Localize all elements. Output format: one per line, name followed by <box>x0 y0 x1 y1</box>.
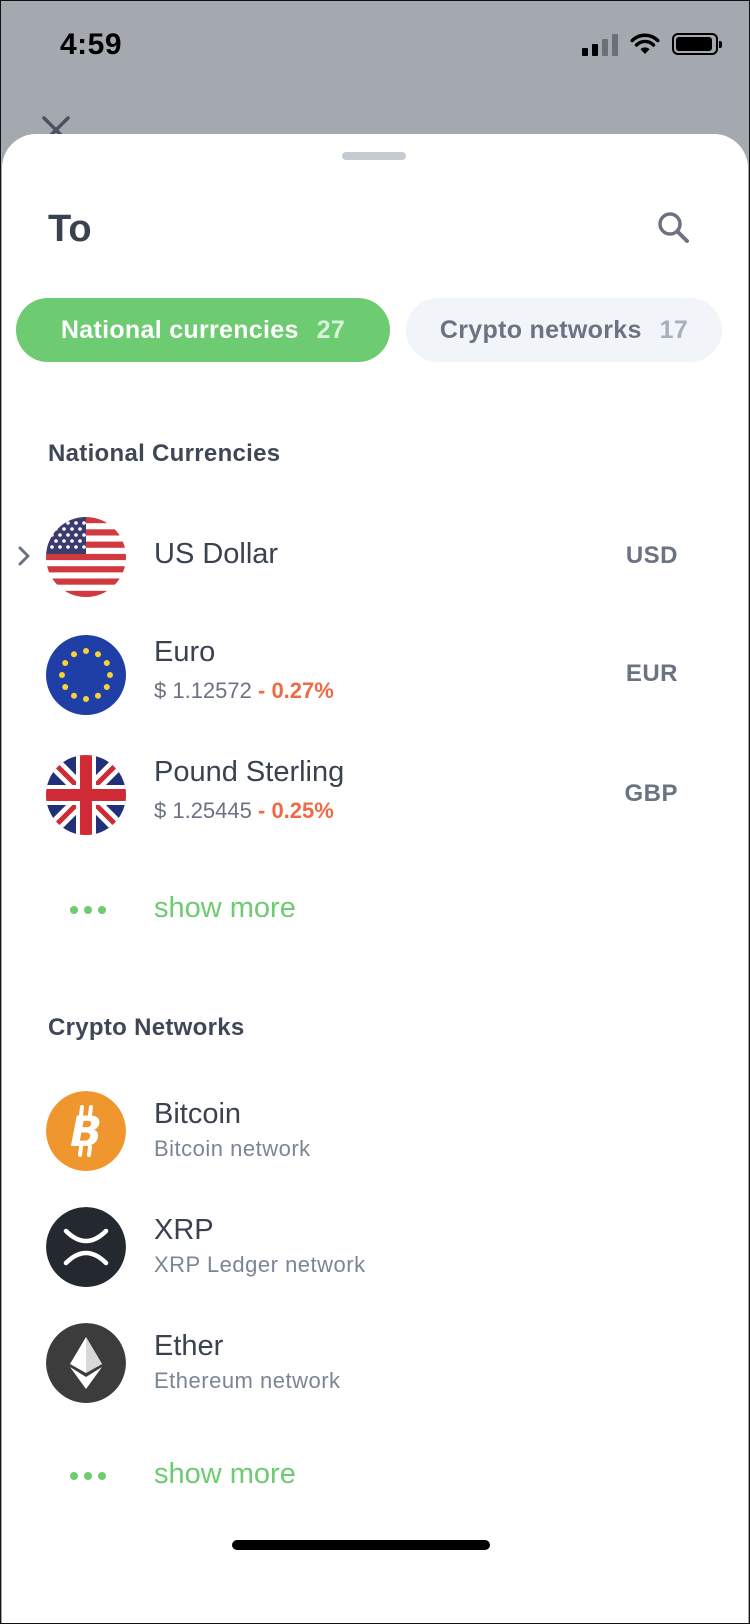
network-name: Bitcoin <box>154 1098 242 1130</box>
uk-flag-icon <box>46 755 126 835</box>
network-subtitle: XRP Ledger network <box>154 1252 366 1277</box>
sheet-title: To <box>48 208 92 250</box>
currency-name: Pound Sterling <box>154 756 345 788</box>
currency-row-gbp[interactable]: Pound Sterling $ 1.25445 - 0.25% GBP <box>2 750 748 840</box>
wifi-icon <box>630 33 660 54</box>
currency-rate: $ 1.25445 - 0.25% <box>154 798 334 824</box>
tab-crypto-networks[interactable]: Crypto networks 17 <box>406 298 722 362</box>
currency-code: USD <box>625 542 678 569</box>
more-dots-icon <box>70 1472 106 1480</box>
show-more-crypto-button[interactable]: show more <box>2 1446 748 1506</box>
tab-count: 27 <box>316 315 346 344</box>
network-subtitle: Bitcoin network <box>154 1136 311 1161</box>
show-more-label: show more <box>154 892 296 924</box>
network-row-ether[interactable]: Ether Ethereum network <box>2 1318 748 1408</box>
currency-price: $ 1.12572 <box>154 678 252 703</box>
network-name: Ether <box>154 1330 224 1362</box>
network-subtitle: Ethereum network <box>154 1368 341 1393</box>
home-indicator <box>232 1540 490 1550</box>
currency-code: GBP <box>624 780 678 807</box>
svg-text:B: B <box>70 1107 102 1156</box>
currency-picker-sheet: To National currencies 27 Crypto network… <box>2 134 748 1624</box>
cellular-signal-icon <box>582 32 618 56</box>
eu-flag-icon <box>46 635 126 715</box>
currency-name: Euro <box>154 636 216 668</box>
currency-name: US Dollar <box>154 538 279 570</box>
tab-national-currencies[interactable]: National currencies 27 <box>16 298 390 362</box>
show-more-label: show more <box>154 1458 296 1490</box>
battery-icon <box>672 33 722 55</box>
status-bar: 4:59 <box>0 0 750 92</box>
tab-label: Crypto networks <box>439 315 642 344</box>
tab-count: 17 <box>659 315 689 344</box>
more-dots-icon <box>70 906 106 914</box>
category-tabs: National currencies 27 Crypto networks 1… <box>16 298 722 362</box>
currency-row-usd[interactable]: US Dollar USD <box>2 512 748 602</box>
network-row-bitcoin[interactable]: B Bitcoin Bitcoin network <box>2 1086 748 1176</box>
section-title-crypto: Crypto Networks <box>48 1014 245 1041</box>
xrp-icon <box>46 1207 126 1287</box>
status-time: 4:59 <box>60 28 123 61</box>
status-icons <box>582 32 722 56</box>
currency-change: - 0.25% <box>258 798 334 823</box>
chevron-right-icon <box>18 546 30 566</box>
currency-code: EUR <box>625 660 678 687</box>
currency-rate: $ 1.12572 - 0.27% <box>154 678 334 704</box>
currency-row-eur[interactable]: Euro $ 1.12572 - 0.27% EUR <box>2 630 748 720</box>
section-title-national: National Currencies <box>48 440 281 467</box>
network-row-xrp[interactable]: XRP XRP Ledger network <box>2 1202 748 1292</box>
tab-label: National currencies <box>60 315 299 344</box>
search-icon[interactable] <box>654 208 694 248</box>
ether-icon <box>46 1323 126 1403</box>
show-more-national-button[interactable]: show more <box>2 880 748 940</box>
currency-change: - 0.27% <box>258 678 334 703</box>
sheet-grabber[interactable] <box>342 152 406 160</box>
us-flag-icon <box>46 517 126 597</box>
network-name: XRP <box>154 1214 214 1246</box>
currency-price: $ 1.25445 <box>154 798 252 823</box>
bitcoin-icon: B <box>46 1091 126 1171</box>
